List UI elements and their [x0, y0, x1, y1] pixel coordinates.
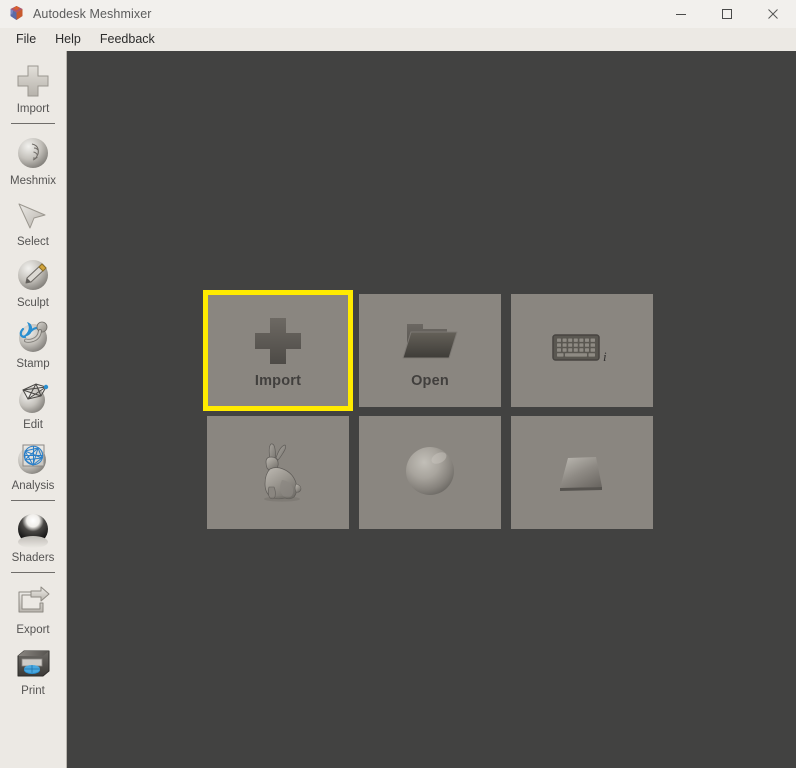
minimize-icon[interactable] [658, 0, 704, 28]
face-sphere-icon [12, 132, 54, 174]
brush-sphere-icon [12, 254, 54, 296]
wireframe-sphere-icon [12, 376, 54, 418]
sidebar-item-label: Export [16, 624, 49, 637]
sidebar-item-select[interactable]: Select [0, 190, 67, 251]
menu-item-feedback[interactable]: Feedback [91, 30, 165, 49]
printer-icon [12, 642, 54, 684]
sidebar-item-sculpt[interactable]: Sculpt [0, 251, 67, 312]
tile-import[interactable]: Import [207, 294, 349, 407]
meshmixer-logo-icon [8, 5, 25, 22]
sidebar-separator [11, 123, 55, 124]
sidebar-item-label: Stamp [16, 358, 49, 371]
sidebar-item-label: Select [17, 236, 49, 249]
sidebar-item-label: Print [21, 685, 45, 698]
sidebar-item-export[interactable]: Export [0, 578, 67, 639]
menu-item-help[interactable]: Help [46, 30, 91, 49]
sidebar-item-stamp[interactable]: Stamp [0, 312, 67, 373]
tile-label: Import [255, 373, 301, 389]
start-screen-tiles: Import [207, 294, 653, 529]
sidebar-item-label: Edit [23, 419, 43, 432]
meshmixer-window: Autodesk Meshmixer File Help [0, 0, 796, 768]
plus-icon [12, 60, 54, 102]
plus-icon [208, 313, 348, 369]
title-bar: Autodesk Meshmixer [0, 0, 796, 28]
main-body: Import [0, 51, 796, 768]
sidebar-item-label: Shaders [12, 552, 55, 565]
svg-text:i: i [603, 349, 607, 364]
menu-item-file[interactable]: File [7, 30, 46, 49]
tile-open[interactable]: Open [359, 294, 501, 407]
sidebar-item-meshmix[interactable]: Meshmix [0, 129, 67, 190]
window-title: Autodesk Meshmixer [33, 7, 152, 21]
stamp-sphere-icon [12, 315, 54, 357]
export-arrow-icon [12, 581, 54, 623]
folder-icon [360, 313, 500, 369]
mesh-grid-sphere-icon [12, 437, 54, 479]
sidebar-separator [11, 572, 55, 573]
sphere-model-icon [360, 417, 500, 524]
cursor-arrow-icon [12, 193, 54, 235]
menu-bar: File Help Feedback [0, 28, 796, 51]
tile-bunny-model[interactable] [207, 416, 349, 529]
tile-label: Open [411, 373, 449, 389]
sidebar-item-shaders[interactable]: Shaders [0, 506, 67, 567]
plane-model-icon [512, 417, 652, 524]
sidebar-item-print[interactable]: Print [0, 639, 67, 700]
tile-keyboard-shortcuts[interactable]: i [511, 294, 653, 407]
shaded-sphere-icon [12, 509, 54, 551]
sidebar-item-analysis[interactable]: Analysis [0, 434, 67, 495]
sidebar-item-label: Sculpt [17, 297, 49, 310]
sidebar-item-label: Import [17, 103, 50, 116]
tile-plane-model[interactable] [511, 416, 653, 529]
bunny-model-icon [208, 417, 348, 524]
sidebar-item-label: Analysis [12, 480, 55, 493]
sidebar-separator [11, 500, 55, 501]
keyboard-icon: i [512, 295, 652, 402]
window-controls [658, 0, 796, 28]
tile-sphere-model[interactable] [359, 416, 501, 529]
close-icon[interactable] [750, 0, 796, 28]
tool-sidebar: Import [0, 51, 67, 768]
viewport: Import [67, 51, 796, 768]
sidebar-item-import[interactable]: Import [0, 57, 67, 118]
maximize-icon[interactable] [704, 0, 750, 28]
sidebar-item-edit[interactable]: Edit [0, 373, 67, 434]
sidebar-item-label: Meshmix [10, 175, 56, 188]
